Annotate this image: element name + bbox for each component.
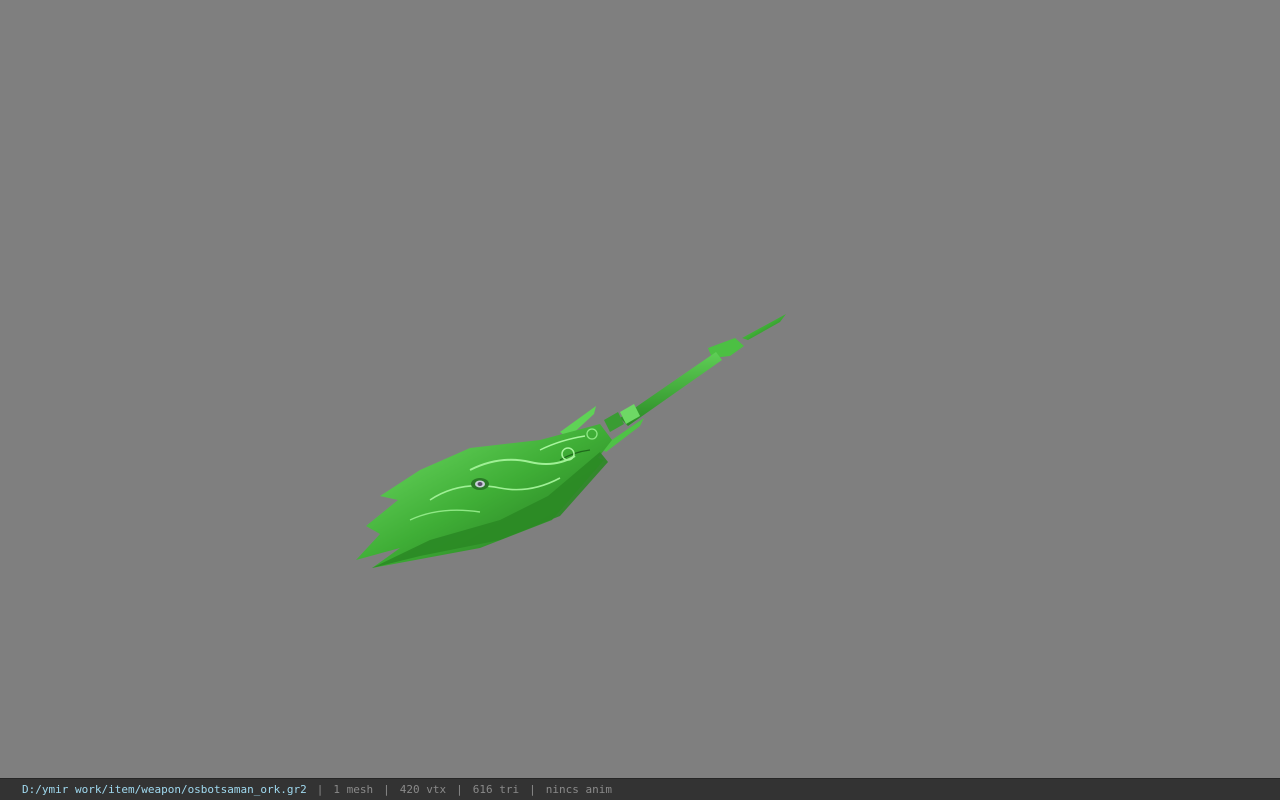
- weapon-tip: [742, 314, 786, 340]
- status-bar: D:/ymir work/item/weapon/osbotsaman_ork.…: [0, 778, 1280, 800]
- status-separator: |: [316, 783, 324, 796]
- status-file-path: D:/ymir work/item/weapon/osbotsaman_ork.…: [22, 783, 307, 796]
- weapon-model-render: [356, 314, 786, 568]
- status-triangle-count: 616 tri: [472, 783, 520, 796]
- status-separator: |: [529, 783, 536, 796]
- status-vertex-count: 420 vtx: [399, 783, 447, 796]
- status-separator: |: [456, 783, 463, 796]
- status-separator: |: [383, 783, 390, 796]
- status-mesh-count: 1 mesh: [333, 783, 374, 796]
- status-anim: nincs anim: [545, 783, 612, 796]
- 3d-viewport[interactable]: [0, 0, 1280, 778]
